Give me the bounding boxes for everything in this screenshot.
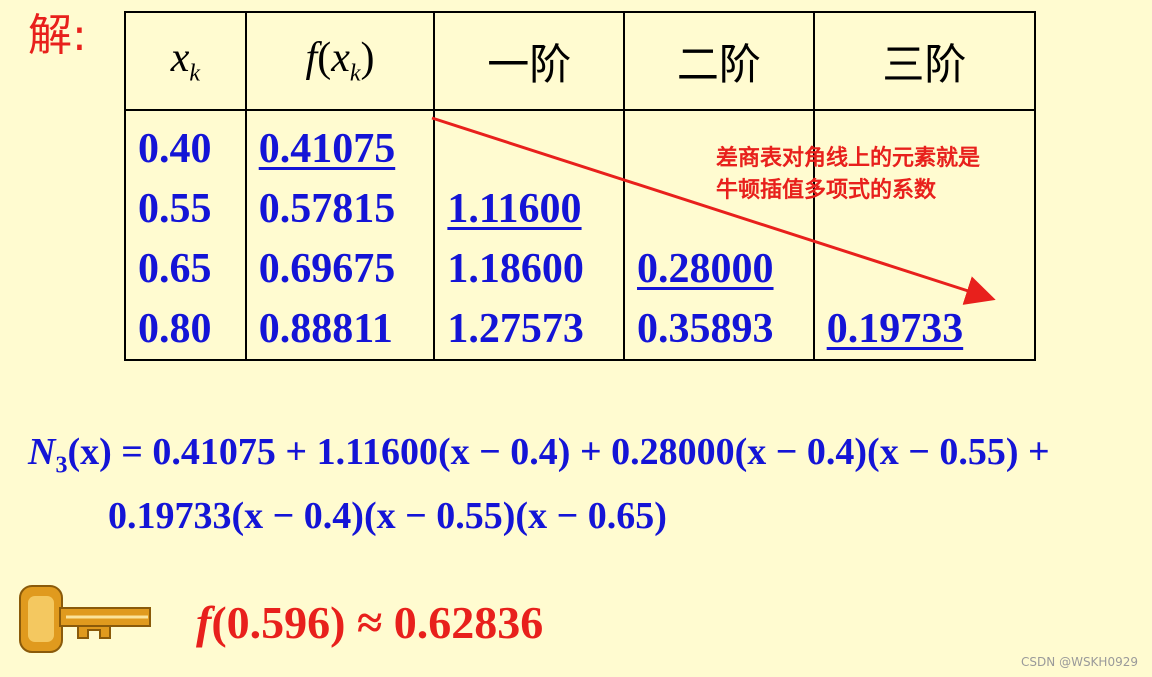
evaluation-result: f(0.596) ≈ 0.62836 [196,597,544,648]
key-icon [19,585,151,653]
annotation-line: 牛顿插值多项式的系数 [716,178,937,203]
arrow-icon [431,116,996,305]
diagonal-annotation: 差商表对角线上的元素就是 牛顿插值多项式的系数 [716,143,980,207]
annotation-line: 差商表对角线上的元素就是 [716,146,981,171]
watermark: CSDN @WSKH0929 [1021,655,1138,669]
newton-polynomial-line2: 0.19733(x − 0.4)(x − 0.55)(x − 0.65) [108,495,667,537]
newton-polynomial-line1: N3(x) = 0.41075 + 1.11600(x − 0.4) + 0.2… [28,431,1050,479]
